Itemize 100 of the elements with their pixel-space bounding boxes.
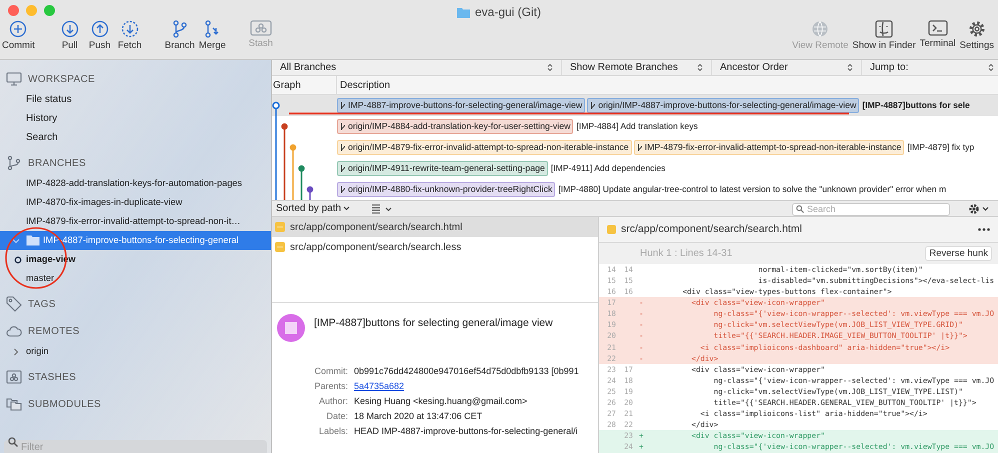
section-heading: BRANCHES (28, 156, 86, 170)
fetch-button[interactable]: Fetch (116, 20, 143, 50)
reverse-hunk-button[interactable]: Reverse hunk (925, 246, 992, 261)
sidebar-item[interactable]: History (0, 109, 271, 128)
column-header[interactable]: Graph (272, 76, 337, 94)
stash-icon (250, 20, 272, 36)
sidebar-item[interactable]: IMP-4828-add-translation-keys-for-automation-pages (0, 174, 271, 193)
sort-dropdown[interactable]: Sorted by path (276, 201, 350, 216)
stash-icon (6, 370, 22, 384)
commit-row[interactable]: IMP-4887-improve-buttons-for-selecting-general/image-view origin/IMP-4887-improve-buttons-for-selecting-general/image-view [IMP-4887]buttons for sele (272, 95, 998, 116)
commit-message: [IMP-4887]buttons for sele (862, 99, 970, 112)
sidebar-item[interactable]: IMP-4879-fix-error-invalid-attempt-to-spread-non-it… (0, 212, 271, 231)
plus-icon (9, 20, 28, 38)
parent-commit-link[interactable]: 5a4735a682 (354, 381, 404, 391)
folder-icon (26, 235, 40, 246)
branch-label[interactable]: origin/IMP-4880-fix-unknown-provider-treeRightClick (337, 182, 556, 197)
filter-field[interactable]: Filter (4, 440, 267, 453)
branch-icon (340, 101, 346, 110)
tag-icon (6, 296, 22, 312)
avatar-icon (276, 313, 306, 343)
branch-icon (636, 143, 643, 152)
chevron-down-icon[interactable] (12, 236, 20, 244)
download-icon (60, 20, 79, 38)
updown-icon (547, 63, 553, 72)
push-button[interactable]: Push (86, 20, 113, 50)
commit-message: [IMP-4884] Add translation keys (576, 120, 698, 133)
field-label: Parents: (313, 380, 348, 393)
graph-branch-line (309, 192, 311, 200)
filter-dropdown[interactable]: Ancestor Order (712, 60, 862, 75)
jump-to-dropdown[interactable]: Jump to: (862, 60, 998, 75)
search-icon (796, 204, 804, 212)
close-window-button[interactable] (8, 4, 19, 16)
chevron-down-icon (343, 206, 350, 211)
graph-branch-line (300, 172, 302, 200)
modified-file-icon (607, 225, 616, 234)
graph-branch-line (284, 130, 286, 200)
field-label: Labels: (318, 425, 348, 438)
folders-icon (6, 397, 22, 411)
branch-icon (340, 164, 346, 173)
field-value: 18 March 2020 at 13:47:06 CET (354, 411, 482, 421)
branch-label[interactable]: origin/IMP-4879-fix-error-invalid-attempt-to-spread-non-iterable-instance (337, 140, 632, 155)
section-heading: REMOTES (28, 324, 80, 338)
commit-button[interactable]: Commit (2, 20, 35, 50)
hunk-header: Hunk 1 : Lines 14-31 (640, 247, 732, 261)
commit-message: [IMP-4879] fix typ (907, 141, 974, 154)
field-label: Author: (318, 395, 348, 408)
settings-button[interactable]: Settings (960, 20, 994, 50)
file-row[interactable]: src/app/component/search/search.less (272, 237, 598, 257)
field-label: Commit: (314, 365, 348, 378)
modified-file-icon (275, 242, 285, 252)
field-value: 0b991c76dd424800e947016ef54d75d0dbfb9133 [0b991 (354, 366, 579, 376)
branch-button[interactable]: Branch (164, 20, 195, 50)
branch-label[interactable]: origin/IMP-4884-add-translation-key-for-user-setting-view (337, 119, 574, 134)
fetch-icon (120, 20, 139, 38)
updown-icon (988, 63, 994, 72)
folder-icon (456, 6, 470, 18)
show-in-finder-button[interactable]: Show in Finder (852, 20, 916, 50)
field-value: Kesing Huang <kesing.huang@gmail.com> (354, 396, 528, 406)
sidebar-item[interactable]: master (0, 269, 271, 288)
branch-label[interactable]: IMP-4879-fix-error-invalid-attempt-to-spread-non-iterable-instance (634, 140, 904, 155)
cloud-icon (6, 325, 22, 337)
terminal-button[interactable]: Terminal (920, 20, 956, 50)
section-heading: WORKSPACE (28, 72, 95, 86)
upload-icon (90, 20, 109, 38)
search-field[interactable]: Search (792, 203, 950, 216)
diff-file-path: src/app/component/search/search.html (621, 222, 802, 237)
branch-icon (340, 185, 346, 194)
branch-icon (6, 155, 22, 171)
updown-icon (697, 63, 703, 72)
commit-message: [IMP-4911] Add dependencies (550, 162, 666, 175)
branch-label[interactable]: origin/IMP-4911-rewrite-team-general-setting-page (337, 161, 548, 176)
chevron-right-icon[interactable] (12, 348, 20, 356)
merge-icon (203, 20, 222, 38)
sidebar-item[interactable]: IMP-4870-fix-images-in-duplicate-view (0, 193, 271, 212)
sidebar-item[interactable]: File status (0, 90, 271, 109)
commit-message: [IMP-4880] Update angular-tree-control to latest version to solve the "unknown provider" error when m (558, 183, 946, 196)
section-heading: SUBMODULES (28, 398, 102, 412)
search-icon (8, 437, 18, 447)
filter-dropdown[interactable]: Show Remote Branches (562, 60, 712, 75)
finder-icon (875, 20, 894, 38)
pull-button[interactable]: Pull (56, 20, 83, 50)
more-options-icon[interactable] (978, 228, 990, 231)
branch-icon (340, 143, 346, 152)
window-title: eva-gui (Git) (474, 4, 542, 21)
merge-button[interactable]: Merge (198, 20, 226, 50)
list-view-icon[interactable] (372, 204, 394, 214)
branch-icon (340, 122, 346, 131)
field-label: Date: (325, 410, 348, 423)
branch-label[interactable]: origin/IMP-4887-improve-buttons-for-selecting-general/image-view (587, 98, 860, 113)
settings-icon (968, 20, 986, 38)
commit-subject: [IMP-4887]buttons for selecting general/image view (314, 316, 553, 331)
graph-branch-line (292, 150, 294, 200)
field-value: HEAD IMP-4887-improve-buttons-for-selecting-general/i (354, 426, 578, 436)
column-header[interactable]: Description (337, 76, 392, 94)
settings-icon[interactable] (968, 202, 990, 214)
branch-label[interactable]: IMP-4887-improve-buttons-for-selecting-general/image-view (337, 98, 586, 113)
filter-dropdown[interactable]: All Branches (272, 60, 562, 75)
sidebar-item[interactable]: origin (0, 342, 271, 361)
sidebar-item[interactable]: Search (0, 128, 271, 147)
file-row[interactable]: src/app/component/search/search.html (272, 217, 598, 237)
